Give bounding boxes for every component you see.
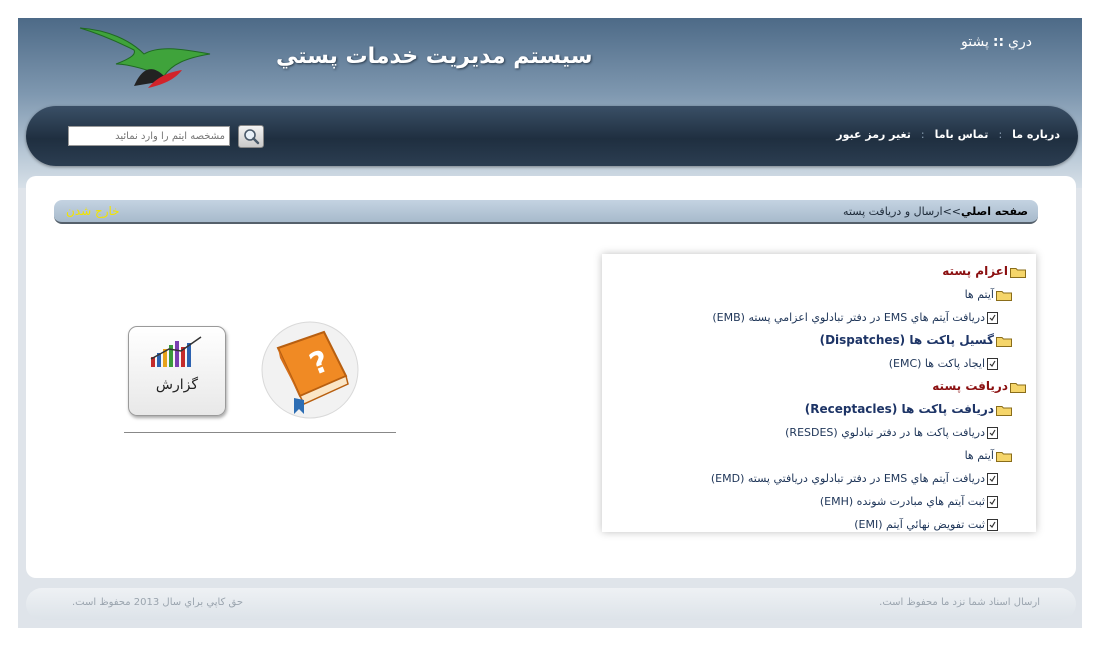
tree-folder-item[interactable]: اعزام پسته	[711, 260, 1026, 283]
tree-item-label: دريافت پسته	[932, 379, 1008, 393]
tree-item-label: اعزام پسته	[942, 264, 1008, 278]
nav-contact-link[interactable]: تماس باما	[935, 128, 989, 141]
document-icon	[987, 473, 998, 485]
tree-item-label: دريافت پاکت ها در دفتر تبادلوي (RESDES)	[785, 426, 985, 439]
breadcrumb-home-link[interactable]: صفحه اصلي	[961, 205, 1028, 218]
tree-link-item[interactable]: دريافت آيتم هاي EMS در دفتر تبادلوي دريا…	[711, 467, 1026, 490]
copyright-text: حق کاپي براي سال 2013 محفوظ است.	[72, 597, 244, 608]
language-switcher: دري::پشتو	[961, 34, 1032, 50]
tree-item-label: ثبت آيتم هاي مبادرت شونده (EMH)	[819, 495, 985, 508]
nav-change-password-link[interactable]: تغير رمز عبور	[836, 128, 911, 141]
tree-item-label: ثبت تفويض نهائي آيتم (EMI)	[854, 518, 985, 531]
breadcrumb-current: ارسال و دريافت پسته	[843, 205, 943, 218]
tree-link-item[interactable]: ثبت آيتم هاي مبادرت شونده (EMH)	[711, 490, 1026, 513]
logout-link[interactable]: خارج شدن	[66, 204, 120, 218]
tree-folder-item[interactable]: آيتم ها	[711, 444, 1026, 467]
top-navbar: درباره ما: تماس باما: تغير رمز عبور	[26, 106, 1078, 166]
tree-link-item[interactable]: دريافت پاکت ها در دفتر تبادلوي (RESDES)	[711, 421, 1026, 444]
tree-link-item[interactable]: ثبت تفويض نهائي آيتم (EMI)	[711, 513, 1026, 536]
tree-item-label: دريافت پاکت ها (Receptacles)	[804, 402, 994, 416]
document-icon	[987, 496, 998, 508]
search-button[interactable]	[238, 125, 264, 148]
tree-item-label: دريافت آيتم هاي EMS در دفتر تبادلوي دريا…	[710, 472, 985, 485]
report-button[interactable]: گزارش	[128, 326, 226, 416]
folder-icon	[1010, 382, 1026, 393]
folder-icon	[1010, 267, 1026, 278]
help-book-icon[interactable]: ?	[258, 318, 362, 420]
document-icon	[987, 519, 998, 531]
tree-item-label: دريافت آيتم هاي EMS در دفتر تبادلوي اعزا…	[712, 311, 985, 324]
main-content: صفحه اصلي>>ارسال و دريافت پسته خارج شدن …	[26, 176, 1076, 578]
folder-icon	[996, 451, 1012, 462]
lang-separator: ::	[992, 34, 1005, 50]
menu-tree-panel: اعزام پسته آيتم ها دريافت آيتم هاي EMS در …	[602, 254, 1036, 532]
lang-dari-link[interactable]: دري	[1008, 34, 1032, 50]
tree-folder-item[interactable]: دريافت پاکت ها (Receptacles)	[711, 398, 1026, 421]
lang-pashto-link[interactable]: پشتو	[961, 34, 989, 50]
tree-item-label: ايجاد پاکت ها (EMC)	[888, 357, 985, 370]
breadcrumb: صفحه اصلي>>ارسال و دريافت پسته	[843, 205, 1028, 218]
folder-icon	[996, 290, 1012, 301]
document-icon	[987, 427, 998, 439]
footer: حق کاپي براي سال 2013 محفوظ است. ارسال ا…	[26, 588, 1076, 620]
breadcrumb-bar: صفحه اصلي>>ارسال و دريافت پسته خارج شدن	[54, 200, 1038, 224]
tree-folder-item[interactable]: گسيل پاکت ها (Dispatches)	[711, 329, 1026, 352]
breadcrumb-arrow: >>	[942, 205, 961, 218]
nav-links: درباره ما: تماس باما: تغير رمز عبور	[836, 128, 1060, 141]
report-label: گزارش	[155, 377, 199, 393]
nav-about-link[interactable]: درباره ما	[1012, 128, 1060, 141]
tiles-divider	[124, 432, 396, 433]
tree-folder-item[interactable]: دريافت پسته	[711, 375, 1026, 398]
site-title: سيستم مديريت خدمات پستي	[276, 44, 593, 69]
document-icon	[987, 312, 998, 324]
nav-separator: :	[920, 128, 925, 141]
header: سيستم مديريت خدمات پستي دري::پشتو درباره…	[18, 18, 1082, 188]
tree-item-label: گسيل پاکت ها (Dispatches)	[819, 333, 994, 347]
tree-item-label: آيتم ها	[964, 288, 994, 301]
postal-bird-logo	[79, 27, 211, 88]
page-frame: سيستم مديريت خدمات پستي دري::پشتو درباره…	[18, 18, 1082, 628]
magnifier-icon	[244, 129, 260, 145]
tree-item-label: آيتم ها	[964, 449, 994, 462]
item-search-input[interactable]	[68, 126, 230, 146]
tree-link-item[interactable]: دريافت آيتم هاي EMS در دفتر تبادلوي اعزا…	[711, 306, 1026, 329]
folder-icon	[996, 405, 1012, 416]
report-chart-icon	[150, 336, 202, 367]
folder-icon	[996, 336, 1012, 347]
tree-folder-item[interactable]: آيتم ها	[711, 283, 1026, 306]
document-icon	[987, 358, 998, 370]
tree-link-item[interactable]: ايجاد پاکت ها (EMC)	[711, 352, 1026, 375]
footer-notice: ارسال اسناد شما نزد ما محفوظ است.	[879, 597, 1040, 608]
menu-tree: اعزام پسته آيتم ها دريافت آيتم هاي EMS در …	[711, 260, 1026, 536]
nav-separator: :	[998, 128, 1003, 141]
